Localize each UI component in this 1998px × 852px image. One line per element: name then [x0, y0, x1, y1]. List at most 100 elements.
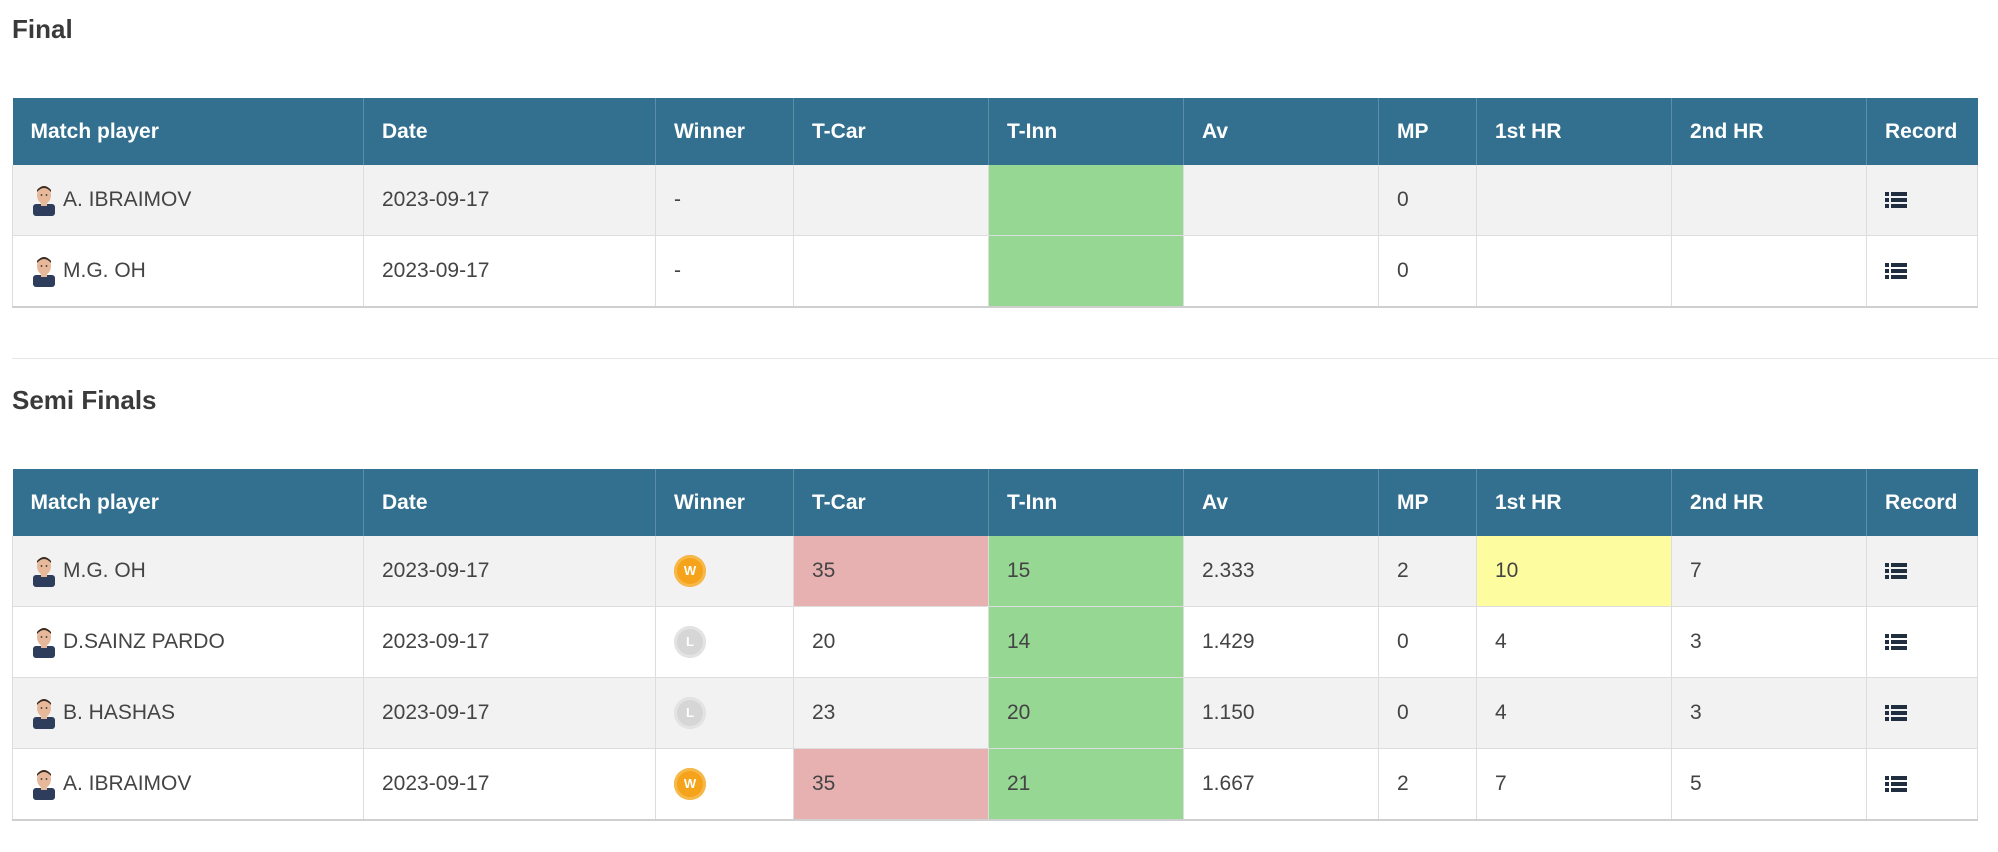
table-row: M.G. OH 2023-09-17- 0	[12, 235, 1978, 308]
list-icon[interactable]	[1885, 633, 1907, 651]
win-badge: W	[674, 768, 706, 800]
table-row: A. IBRAIMOV 2023-09-17- 0	[12, 165, 1978, 236]
average-cell: 1.150	[1183, 677, 1379, 749]
second-high-run-cell	[1671, 165, 1867, 236]
table-row: M.G. OH 2023-09-17 W 35 15 2.333 2 10 7	[12, 536, 1978, 607]
winner-cell: -	[655, 235, 794, 308]
match-points-cell: 0	[1378, 677, 1477, 749]
match-points-cell: 0	[1378, 235, 1477, 308]
list-icon[interactable]	[1885, 775, 1907, 793]
column-header-t-inn[interactable]: T-Inn	[988, 98, 1184, 165]
win-badge: W	[674, 555, 706, 587]
player-photo-icon	[31, 255, 57, 287]
column-header-mp[interactable]: MP	[1378, 98, 1477, 165]
column-header-date[interactable]: Date	[363, 98, 656, 165]
player-cell: B. HASHAS	[12, 677, 364, 749]
winner-cell: L	[655, 677, 794, 749]
t-inn-cell: 21	[988, 748, 1184, 821]
section-divider	[12, 358, 1998, 359]
first-high-run-cell: 10	[1476, 536, 1672, 607]
column-header-winner[interactable]: Winner	[655, 98, 794, 165]
player-name: D.SAINZ PARDO	[63, 630, 225, 653]
column-header-record[interactable]: Record	[1866, 469, 1978, 536]
column-header-t-inn[interactable]: T-Inn	[988, 469, 1184, 536]
winner-cell: -	[655, 165, 794, 236]
player-cell: A. IBRAIMOV	[12, 748, 364, 821]
first-high-run-cell	[1476, 235, 1672, 308]
date-cell: 2023-09-17	[363, 677, 656, 749]
date-cell: 2023-09-17	[363, 235, 656, 308]
list-icon[interactable]	[1885, 562, 1907, 580]
column-header-1st-hr[interactable]: 1st HR	[1476, 469, 1672, 536]
second-high-run-cell	[1671, 235, 1867, 308]
table-row: D.SAINZ PARDO 2023-09-17 L 20 14 1.429 0 4 3	[12, 606, 1978, 678]
record-cell	[1866, 165, 1978, 236]
loss-badge: L	[674, 697, 706, 729]
player-name: A. IBRAIMOV	[63, 772, 192, 795]
date-cell: 2023-09-17	[363, 748, 656, 821]
column-header-1st-hr[interactable]: 1st HR	[1476, 98, 1672, 165]
t-inn-cell	[988, 235, 1184, 308]
column-header-2nd-hr[interactable]: 2nd HR	[1671, 98, 1867, 165]
player-cell: A. IBRAIMOV	[12, 165, 364, 236]
date-cell: 2023-09-17	[363, 536, 656, 607]
match-points-cell: 0	[1378, 606, 1477, 678]
column-header-mp[interactable]: MP	[1378, 469, 1477, 536]
average-cell: 1.429	[1183, 606, 1379, 678]
player-name: M.G. OH	[63, 559, 146, 582]
player-photo-icon	[31, 768, 57, 800]
column-header-t-car[interactable]: T-Car	[793, 98, 989, 165]
match-points-cell: 2	[1378, 536, 1477, 607]
list-icon[interactable]	[1885, 191, 1907, 209]
average-cell: 1.667	[1183, 748, 1379, 821]
t-car-cell	[793, 165, 989, 236]
record-cell	[1866, 536, 1978, 607]
second-high-run-cell: 3	[1671, 677, 1867, 749]
t-car-cell: 35	[793, 536, 989, 607]
column-header-av[interactable]: Av	[1183, 98, 1379, 165]
winner-text: -	[674, 259, 681, 282]
table-header-row: Match player Date Winner T-Car T-Inn Av MP 1st …	[12, 98, 1978, 165]
final-results-table: Match player Date Winner T-Car T-Inn Av MP 1st …	[12, 98, 1978, 308]
column-header-2nd-hr[interactable]: 2nd HR	[1671, 469, 1867, 536]
average-cell: 2.333	[1183, 536, 1379, 607]
loss-badge: L	[674, 626, 706, 658]
column-header-t-car[interactable]: T-Car	[793, 469, 989, 536]
section-title-final: Final	[12, 14, 73, 44]
player-cell: D.SAINZ PARDO	[12, 606, 364, 678]
table-header-row: Match player Date Winner T-Car T-Inn Av MP 1st …	[12, 469, 1978, 536]
average-cell	[1183, 235, 1379, 308]
date-cell: 2023-09-17	[363, 165, 656, 236]
winner-cell: W	[655, 536, 794, 607]
t-car-cell: 35	[793, 748, 989, 821]
winner-cell: L	[655, 606, 794, 678]
column-header-date[interactable]: Date	[363, 469, 656, 536]
results-page: Final Match player Date Winner T-Car T-Inn Av…	[0, 0, 1998, 852]
t-inn-cell: 14	[988, 606, 1184, 678]
first-high-run-cell	[1476, 165, 1672, 236]
semi-finals-results-table: Match player Date Winner T-Car T-Inn Av MP 1st …	[12, 469, 1978, 821]
list-icon[interactable]	[1885, 262, 1907, 280]
player-name: M.G. OH	[63, 259, 146, 282]
list-icon[interactable]	[1885, 704, 1907, 722]
t-inn-cell: 15	[988, 536, 1184, 607]
first-high-run-cell: 4	[1476, 606, 1672, 678]
table-row: B. HASHAS 2023-09-17 L 23 20 1.150 0 4 3	[12, 677, 1978, 749]
column-header-av[interactable]: Av	[1183, 469, 1379, 536]
t-car-cell: 23	[793, 677, 989, 749]
record-cell	[1866, 235, 1978, 308]
record-cell	[1866, 606, 1978, 678]
column-header-winner[interactable]: Winner	[655, 469, 794, 536]
record-cell	[1866, 748, 1978, 821]
player-photo-icon	[31, 697, 57, 729]
column-header-record[interactable]: Record	[1866, 98, 1978, 165]
column-header-match-player[interactable]: Match player	[12, 98, 364, 165]
section-title-semi-finals: Semi Finals	[12, 385, 157, 415]
t-inn-cell: 20	[988, 677, 1184, 749]
t-inn-cell	[988, 165, 1184, 236]
column-header-match-player[interactable]: Match player	[12, 469, 364, 536]
table-row: A. IBRAIMOV 2023-09-17 W 35 21 1.667 2 7 5	[12, 748, 1978, 821]
t-car-cell: 20	[793, 606, 989, 678]
winner-cell: W	[655, 748, 794, 821]
record-cell	[1866, 677, 1978, 749]
